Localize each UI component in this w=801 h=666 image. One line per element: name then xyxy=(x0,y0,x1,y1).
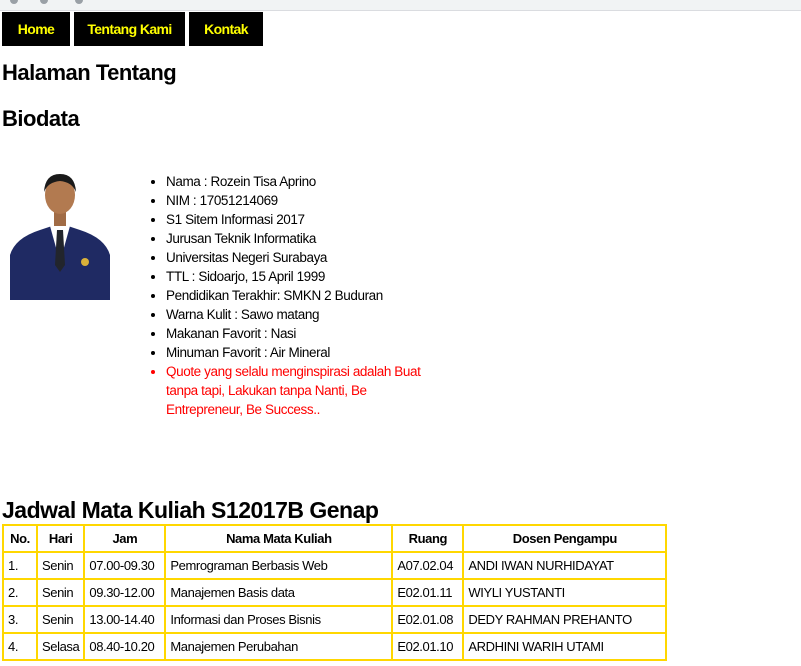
biodata-item-nim: NIM : 17051214069 xyxy=(166,191,436,210)
cell-dosen: WIYLI YUSTANTI xyxy=(462,578,668,607)
cell-ruang: E02.01.11 xyxy=(391,578,465,607)
cell-mata-kuliah: Manajemen Perubahan xyxy=(164,632,394,661)
cell-jam: 09.30-12.00 xyxy=(83,578,167,607)
biodata-item-warna-kulit: Warna Kulit : Sawo matang xyxy=(166,305,436,324)
browser-bar-remnant xyxy=(0,0,801,11)
biodata-item-pendidikan: Pendidikan Terakhir: SMKN 2 Buduran xyxy=(166,286,436,305)
cell-no: 3. xyxy=(2,605,38,634)
biodata-item-makanan: Makanan Favorit : Nasi xyxy=(166,324,436,343)
biodata-item-nama: Nama : Rozein Tisa Aprino xyxy=(166,172,436,191)
biodata-item-universitas: Universitas Negeri Surabaya xyxy=(166,248,436,267)
reload-icon[interactable] xyxy=(75,0,83,4)
biodata-item-minuman: Minuman Favorit : Air Mineral xyxy=(166,343,436,362)
forward-icon[interactable] xyxy=(40,0,48,4)
cell-no: 1. xyxy=(2,551,38,580)
back-icon[interactable] xyxy=(10,0,18,4)
cell-ruang: E02.01.08 xyxy=(391,605,465,634)
cell-jam: 07.00-09.30 xyxy=(83,551,167,580)
cell-hari: Selasa xyxy=(35,632,86,661)
biodata-heading: Biodata xyxy=(2,106,80,131)
biodata-item-ttl: TTL : Sidoarjo, 15 April 1999 xyxy=(166,267,436,286)
cell-dosen: ARDHINI WARIH UTAMI xyxy=(462,632,668,661)
profile-photo xyxy=(10,170,110,300)
table-row: 1. Senin 07.00-09.30 Pemrograman Berbasi… xyxy=(2,551,668,580)
page-title: Halaman Tentang xyxy=(2,60,177,85)
table-row: 2. Senin 09.30-12.00 Manajemen Basis dat… xyxy=(2,578,668,607)
cell-ruang: A07.02.04 xyxy=(391,551,465,580)
cell-hari: Senin xyxy=(35,578,86,607)
cell-mata-kuliah: Pemrograman Berbasis Web xyxy=(164,551,394,580)
cell-mata-kuliah: Informasi dan Proses Bisnis xyxy=(164,605,394,634)
nav-item-home[interactable]: Home xyxy=(2,12,70,46)
cell-ruang: E02.01.10 xyxy=(391,632,465,661)
cell-hari: Senin xyxy=(35,605,86,634)
col-header-hari: Hari xyxy=(35,524,86,553)
schedule-title: Jadwal Mata Kuliah S12017B Genap xyxy=(2,497,379,523)
cell-no: 4. xyxy=(2,632,38,661)
cell-no: 2. xyxy=(2,578,38,607)
cell-hari: Senin xyxy=(35,551,86,580)
biodata-quote: Quote yang selalu menginspirasi adalah B… xyxy=(166,362,436,419)
cell-dosen: ANDI IWAN NURHIDAYAT xyxy=(462,551,668,580)
col-header-no: No. xyxy=(2,524,38,553)
cell-dosen: DEDY RAHMAN PREHANTO xyxy=(462,605,668,634)
biodata-item-program: S1 Sitem Informasi 2017 xyxy=(166,210,436,229)
cell-jam: 13.00-14.40 xyxy=(83,605,167,634)
nav-item-kontak[interactable]: Kontak xyxy=(189,12,263,46)
biodata-list: Nama : Rozein Tisa Aprino NIM : 17051214… xyxy=(145,172,436,419)
table-row: 3. Senin 13.00-14.40 Informasi dan Prose… xyxy=(2,605,668,634)
col-header-jam: Jam xyxy=(83,524,167,553)
table-row: 4. Selasa 08.40-10.20 Manajemen Perubaha… xyxy=(2,632,668,661)
table-header-row: No. Hari Jam Nama Mata Kuliah Ruang Dose… xyxy=(2,524,668,553)
nav-item-tentang-kami[interactable]: Tentang Kami xyxy=(74,12,185,46)
biodata-item-jurusan: Jurusan Teknik Informatika xyxy=(166,229,436,248)
cell-jam: 08.40-10.20 xyxy=(83,632,167,661)
schedule-table: No. Hari Jam Nama Mata Kuliah Ruang Dose… xyxy=(2,524,668,661)
cell-mata-kuliah: Manajemen Basis data xyxy=(164,578,394,607)
col-header-ruang: Ruang xyxy=(391,524,465,553)
col-header-mata-kuliah: Nama Mata Kuliah xyxy=(164,524,394,553)
col-header-dosen: Dosen Pengampu xyxy=(462,524,668,553)
